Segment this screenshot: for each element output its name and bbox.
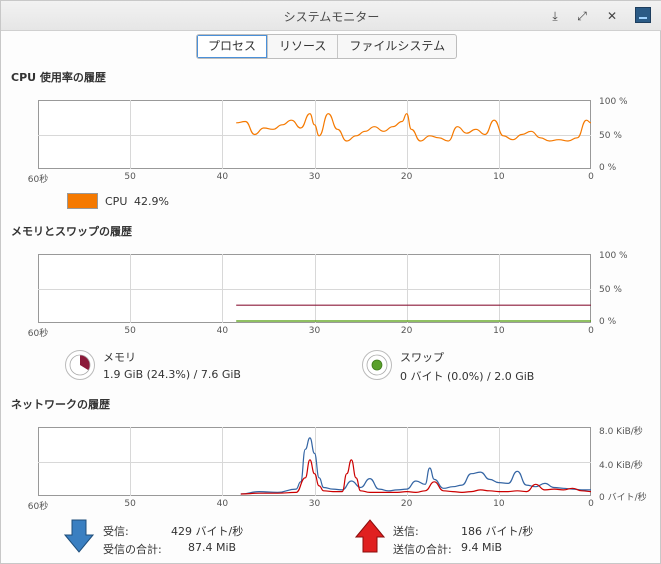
memory-history-graph [38,254,591,323]
cpu-legend-value: 42.9% [134,195,169,208]
view-switcher: プロセス リソース ファイルシステム [196,34,458,59]
mem-ytick-0: 0 % [599,317,617,327]
send-label: 送信: [393,525,419,538]
cpu-xtick: 50 [124,172,136,182]
tab-filesystems[interactable]: ファイルシステム [338,35,456,58]
swap-pie-icon[interactable] [362,350,392,380]
receive-label: 受信: [103,525,129,538]
cpu-section-title: CPU 使用率の履歴 [11,71,106,84]
mem-xtick: 20 [400,326,413,336]
download-icon[interactable]: ⤓ [546,7,564,25]
system-monitor-window: システムモニター ⤓ ⤢ ✕ プロセス リソース ファイルシステム CPU 使用… [0,0,661,564]
net-xtick: 10 [493,499,505,509]
send-rate: 186 バイト/秒 [461,525,534,538]
receive-rate: 429 バイト/秒 [171,525,244,538]
net-xtick: 60秒 [27,502,49,512]
mem-xtick: 60秒 [27,329,49,339]
maximize-icon[interactable]: ⤢ [573,7,591,25]
cpu-color-swatch[interactable] [67,193,98,209]
cpu-ytick-50: 50 % [599,131,622,141]
net-frame [38,427,591,496]
receive-arrow-icon [64,519,94,553]
close-icon[interactable]: ✕ [603,7,621,25]
send-arrow-icon [355,519,385,553]
tab-resources[interactable]: リソース [268,35,339,58]
cpu-ytick-100: 100 % [599,97,628,107]
titlebar[interactable]: システムモニター ⤓ ⤢ ✕ [1,1,661,31]
network-history-graph [38,427,591,496]
memory-value: 1.9 GiB (24.3%) / 7.6 GiB [103,368,241,381]
mem-xtick: 0 [588,326,594,336]
cpu-xtick: 0 [588,172,594,182]
net-xtick: 30 [308,499,321,509]
mem-xtick: 10 [493,326,505,336]
send-total: 9.4 MiB [461,541,503,554]
cpu-xtick: 20 [400,172,413,182]
net-xtick: 0 [588,499,594,509]
net-ytick-4: 4.0 KiB/秒 [599,461,643,471]
memory-label: メモリ [103,351,136,364]
mem-xtick: 50 [124,326,136,336]
mem-ytick-50: 50 % [599,285,622,295]
memory-section-title: メモリとスワップの履歴 [11,225,132,238]
cpu-history-graph [38,100,591,169]
cpu-xtick: 60秒 [27,175,49,185]
net-xtick: 20 [400,499,413,509]
receive-total-label: 受信の合計: [103,543,162,556]
mem-ytick-100: 100 % [599,251,628,261]
swap-value: 0 バイト (0.0%) / 2.0 GiB [400,370,535,383]
mem-frame [38,254,591,323]
mem-plot [38,254,591,323]
mem-xtick: 30 [308,326,321,336]
tab-processes[interactable]: プロセス [197,35,269,58]
send-total-label: 送信の合計: [393,543,452,556]
swap-label: スワップ [400,351,444,364]
cpu-ytick-0: 0 % [599,163,617,173]
cpu-legend-label: CPU [105,195,128,208]
net-ytick-0: 0 バイト/秒 [599,493,647,503]
net-xtick: 50 [124,499,136,509]
cpu-xtick: 10 [493,172,505,182]
mem-xtick: 40 [216,326,229,336]
net-xtick: 40 [216,499,229,509]
net-ytick-8: 8.0 KiB/秒 [599,427,643,437]
cpu-frame [38,100,591,169]
cpu-xtick: 30 [308,172,321,182]
cpu-plot [38,100,591,169]
net-plot [38,427,591,496]
network-section-title: ネットワークの履歴 [11,398,110,411]
memory-pie-icon[interactable] [65,350,95,380]
cpu-xtick: 40 [216,172,229,182]
receive-total: 87.4 MiB [188,541,237,554]
app-icon [635,7,651,23]
